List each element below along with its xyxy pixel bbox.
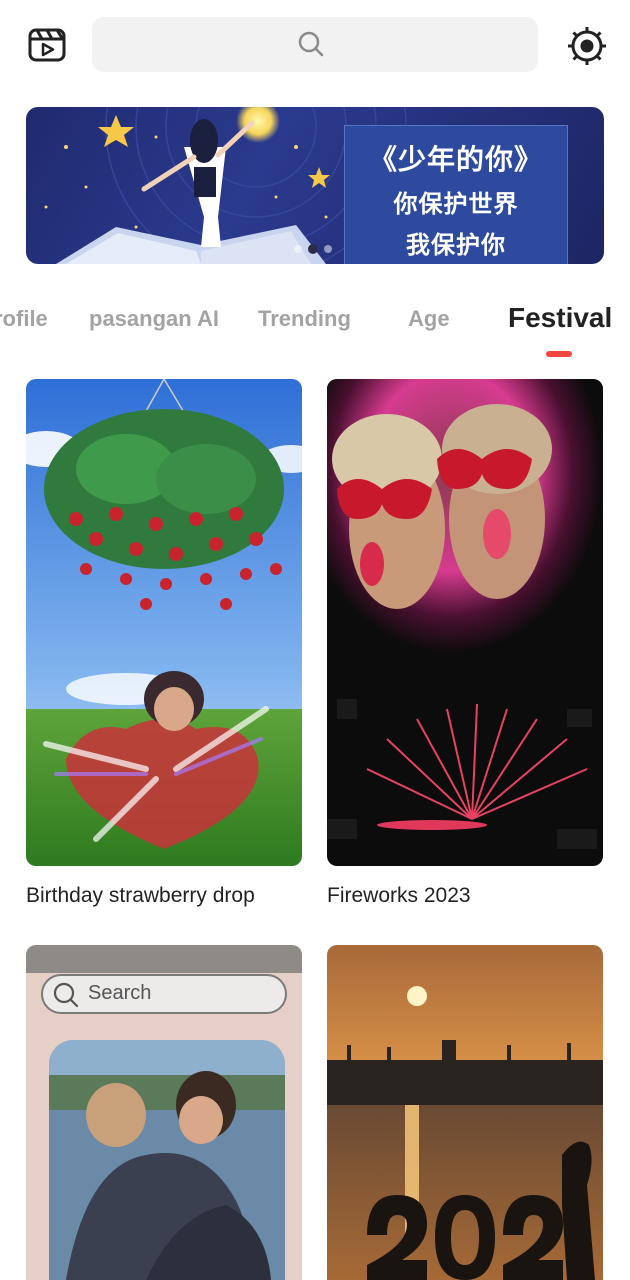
couple-thumbnail-image (26, 945, 302, 1280)
search-icon[interactable] (297, 30, 325, 58)
card-thumbnail[interactable] (327, 945, 603, 1280)
template-card[interactable]: Fireworks 2023 (327, 379, 603, 908)
tab-trending[interactable]: Trending (258, 306, 351, 332)
card-thumbnail[interactable]: Search (26, 945, 302, 1280)
pagination-dot[interactable] (324, 245, 332, 253)
template-card[interactable]: Birthday strawberry drop (26, 379, 302, 908)
card-title: Birthday strawberry drop (26, 884, 255, 907)
card-thumbnail[interactable] (26, 379, 302, 866)
tab-pasangan-ai[interactable]: pasangan AI (89, 306, 219, 332)
tab-festival[interactable]: Festival (508, 302, 612, 334)
template-card[interactable] (327, 945, 603, 1280)
card-title: Fireworks 2023 (327, 884, 471, 907)
banner-pagination (294, 244, 332, 254)
active-tab-indicator (546, 351, 572, 357)
tab-profile[interactable]: rofile (0, 306, 48, 332)
card-thumbnail[interactable] (327, 379, 603, 866)
tab-age[interactable]: Age (408, 306, 450, 332)
top-bar (0, 0, 630, 90)
pagination-dot[interactable] (294, 245, 302, 253)
template-card[interactable]: Search (26, 945, 302, 1280)
strawberry-thumbnail-image (26, 379, 302, 866)
search-bar[interactable] (92, 17, 538, 72)
category-tabs: rofile pasangan AI Trending Age Festival (0, 290, 630, 360)
clapperboard-play-icon[interactable] (27, 26, 67, 64)
overlay-search-text: Search (88, 982, 152, 1004)
promo-banner[interactable]: 《少年的你》 你保护世界 我保护你 (26, 107, 604, 264)
settings-gear-icon[interactable] (566, 25, 608, 67)
banner-title: 《少年的你》 (368, 144, 543, 175)
banner-text-panel: 《少年的你》 你保护世界 我保护你 (344, 125, 568, 264)
banner-line-2: 我保护你 (406, 232, 506, 259)
sunset-thumbnail-image (327, 945, 603, 1280)
fireworks-thumbnail-image (327, 379, 603, 866)
pagination-dot-active[interactable] (308, 244, 318, 254)
banner-line-1: 你保护世界 (393, 191, 519, 218)
